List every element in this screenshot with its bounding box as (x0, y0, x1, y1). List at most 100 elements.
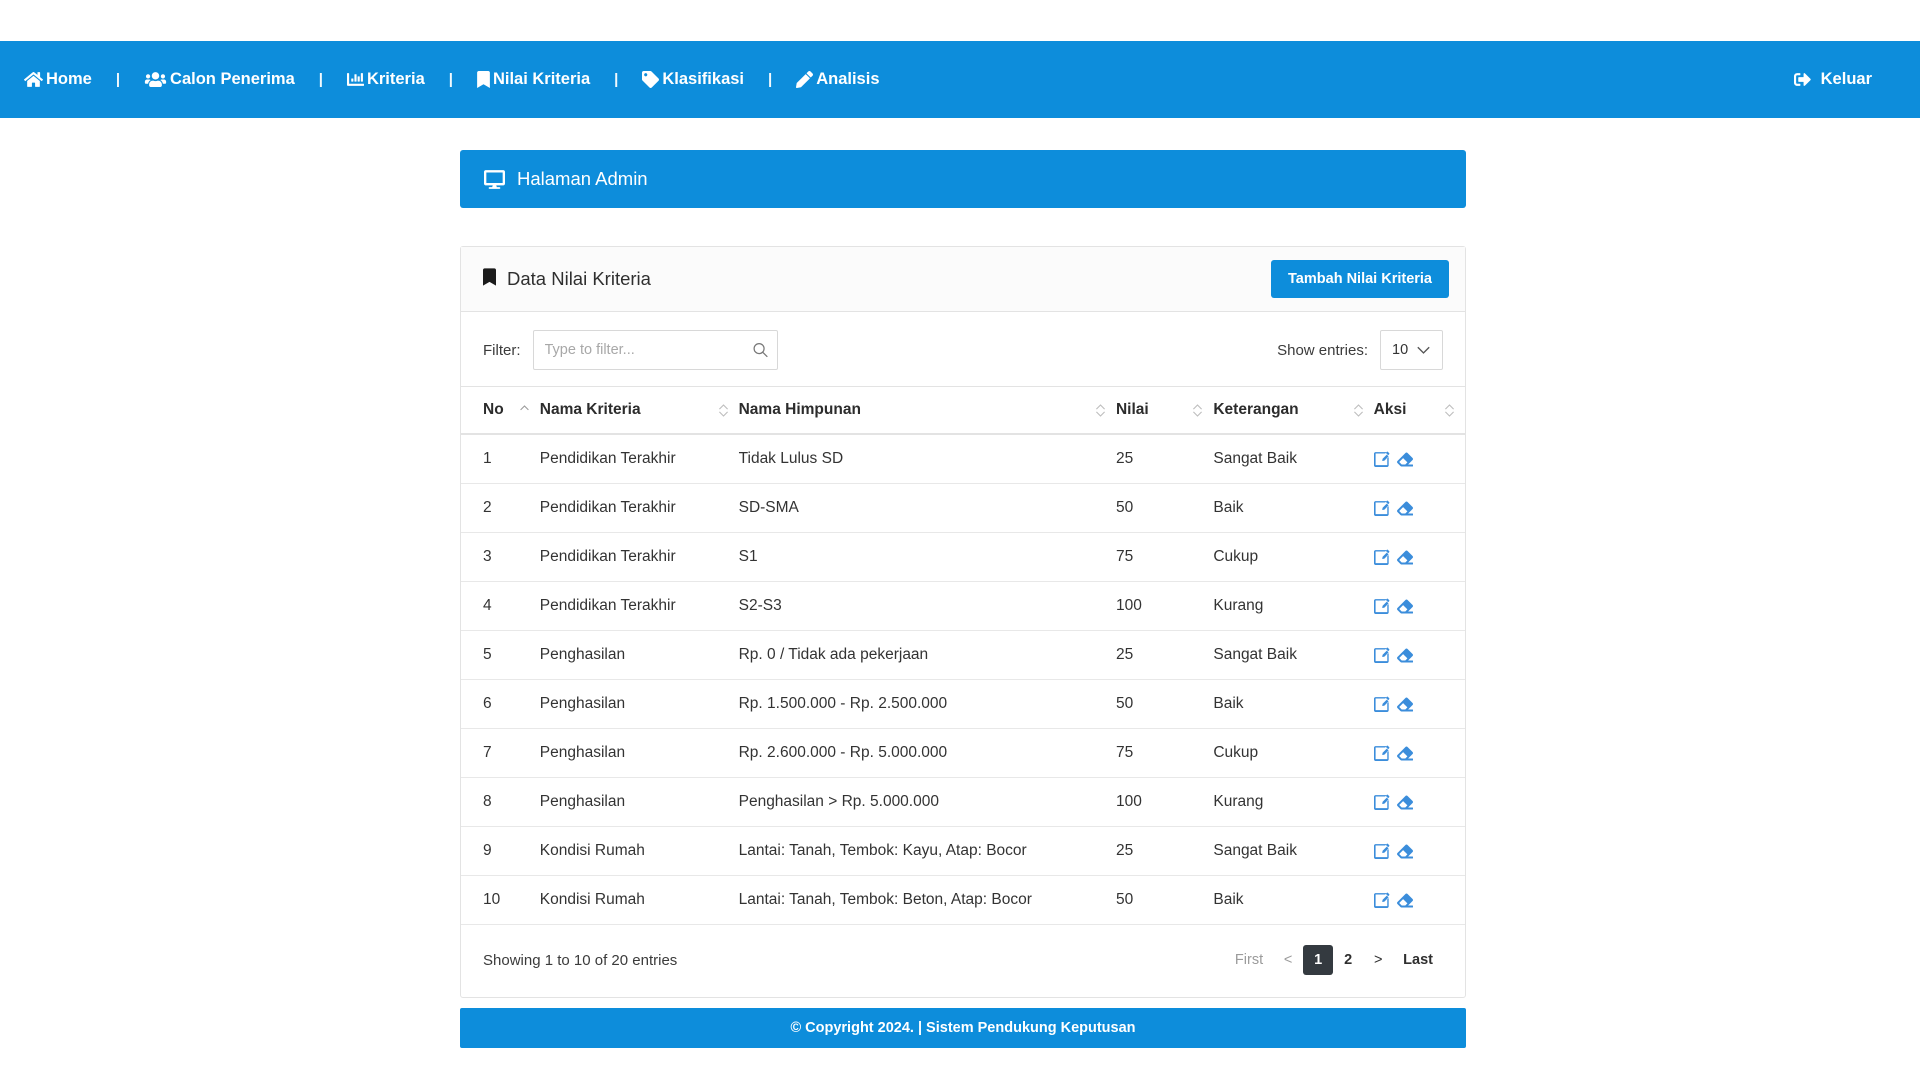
nav-label: Analisis (816, 70, 880, 88)
nav-item-analisis[interactable]: Analisis (794, 66, 881, 93)
main-container: Halaman Admin Data Nilai Kriteria Tambah… (460, 150, 1466, 998)
search-input[interactable] (532, 330, 778, 370)
nav-separator: | (614, 71, 619, 88)
column-label: Keterangan (1213, 401, 1299, 418)
edit-square-icon[interactable] (1373, 892, 1391, 909)
cell-nama-kriteria: Pendidikan Terakhir (539, 434, 739, 484)
eraser-icon[interactable] (1396, 892, 1415, 909)
cell-nama-himpunan: Penghasilan > Rp. 5.000.000 (738, 777, 1116, 827)
show-entries-label: Show entries: (1277, 341, 1368, 359)
edit-square-icon[interactable] (1373, 696, 1391, 713)
eraser-icon[interactable] (1396, 647, 1415, 664)
edit-square-icon[interactable] (1373, 549, 1391, 566)
column-header-nama-kriteria[interactable]: Nama Kriteria (539, 386, 739, 435)
card-title-text: Data Nilai Kriteria (507, 268, 651, 289)
edit-square-icon[interactable] (1373, 794, 1391, 811)
cell-no: 9 (461, 826, 540, 876)
add-nilai-kriteria-button[interactable]: Tambah Nilai Kriteria (1271, 260, 1449, 298)
eraser-icon[interactable] (1396, 549, 1415, 566)
edit-square-icon[interactable] (1373, 500, 1391, 517)
cell-aksi (1373, 777, 1465, 827)
eraser-icon[interactable] (1396, 500, 1415, 517)
nav-item-kriteria[interactable]: Kriteria (345, 66, 427, 93)
sort-both-icon (1192, 403, 1203, 418)
cell-keterangan: Cukup (1213, 728, 1374, 778)
entries-select[interactable]: 10 (1380, 330, 1443, 370)
nav-item-home[interactable]: Home (22, 66, 94, 93)
pagination-last[interactable]: Last (1393, 945, 1443, 975)
cell-aksi (1373, 434, 1465, 484)
cell-aksi (1373, 826, 1465, 876)
row-actions (1373, 843, 1455, 860)
page-title: Halaman Admin (517, 168, 648, 189)
table-toolbar: Filter: Show entries: 10 (461, 312, 1465, 386)
cell-no: 5 (461, 630, 540, 680)
pagination-prev[interactable]: < (1273, 945, 1303, 975)
nav-item-klasifikasi[interactable]: Klasifikasi (640, 66, 746, 93)
eraser-icon[interactable] (1396, 745, 1415, 762)
row-actions (1373, 696, 1455, 713)
cell-nilai: 50 (1115, 483, 1214, 533)
row-actions (1373, 598, 1455, 615)
cell-keterangan: Sangat Baik (1213, 434, 1374, 484)
filter-input-wrapper (532, 330, 778, 370)
chart-bar-icon (346, 71, 364, 88)
cell-nama-kriteria: Kondisi Rumah (539, 826, 739, 876)
edit-square-icon[interactable] (1373, 745, 1391, 762)
column-header-nilai[interactable]: Nilai (1115, 386, 1214, 435)
cell-keterangan: Baik (1213, 483, 1374, 533)
edit-square-icon[interactable] (1373, 451, 1391, 468)
column-header-no[interactable]: No (461, 386, 540, 435)
cell-keterangan: Cukup (1213, 532, 1374, 582)
edit-square-icon[interactable] (1373, 647, 1391, 664)
cell-keterangan: Sangat Baik (1213, 630, 1374, 680)
cell-nama-kriteria: Penghasilan (539, 630, 739, 680)
pagination-next[interactable]: > (1363, 945, 1393, 975)
pagination-page-2[interactable]: 2 (1333, 945, 1363, 975)
cell-nama-kriteria: Penghasilan (539, 728, 739, 778)
showing-entries-text: Showing 1 to 10 of 20 entries (483, 951, 678, 969)
cell-keterangan: Sangat Baik (1213, 826, 1374, 876)
cell-nama-kriteria: Pendidikan Terakhir (539, 483, 739, 533)
eraser-icon[interactable] (1396, 843, 1415, 860)
home-icon (24, 71, 43, 88)
pagination-first[interactable]: First (1225, 945, 1273, 975)
sort-both-icon (1444, 403, 1455, 418)
eraser-icon[interactable] (1396, 696, 1415, 713)
nav-label: Nilai Kriteria (492, 70, 591, 88)
tag-icon (642, 71, 660, 88)
table-row: 10 Kondisi Rumah Lantai: Tanah, Tembok: Be… (461, 875, 1465, 925)
pagination: First < 1 2 > Last (1225, 945, 1443, 975)
nav-label: Keluar (1820, 70, 1872, 88)
edit-square-icon[interactable] (1373, 598, 1391, 615)
nav-label: Klasifikasi (662, 70, 745, 88)
table-row: 1 Pendidikan Terakhir Tidak Lulus SD 25 Sang… (461, 434, 1465, 484)
entries-group: Show entries: 10 (1277, 330, 1443, 370)
table-row: 5 Penghasilan Rp. 0 / Tidak ada pekerjaan 2… (461, 630, 1465, 680)
pagination-page-1[interactable]: 1 (1303, 945, 1334, 975)
edit-square-icon[interactable] (1373, 843, 1391, 860)
nav-item-logout[interactable]: Keluar (1791, 66, 1874, 93)
eraser-icon[interactable] (1396, 451, 1415, 468)
eraser-icon[interactable] (1396, 794, 1415, 811)
data-card: Data Nilai Kriteria Tambah Nilai Kriteri… (460, 246, 1466, 998)
cell-keterangan: Kurang (1213, 777, 1374, 827)
table-row: 9 Kondisi Rumah Lantai: Tanah, Tembok: Kay… (461, 826, 1465, 876)
column-header-keterangan[interactable]: Keterangan (1213, 386, 1374, 435)
cell-nama-kriteria: Pendidikan Terakhir (539, 532, 739, 582)
nav-item-calon-penerima[interactable]: Calon Penerima (142, 66, 297, 93)
cell-aksi (1373, 581, 1465, 631)
admin-page-banner: Halaman Admin (460, 150, 1466, 208)
cell-nama-kriteria: Pendidikan Terakhir (539, 581, 739, 631)
nav-item-nilai-kriteria[interactable]: Nilai Kriteria (475, 66, 592, 93)
cell-nama-kriteria: Kondisi Rumah (539, 875, 739, 925)
eraser-icon[interactable] (1396, 598, 1415, 615)
table-head: No Nama Kriteria Nama Himpunan Nilai Ket… (461, 386, 1465, 435)
cell-nilai: 75 (1115, 728, 1214, 778)
column-header-aksi[interactable]: Aksi (1373, 386, 1465, 435)
column-header-nama-himpunan[interactable]: Nama Himpunan (738, 386, 1116, 435)
cell-nama-himpunan: Tidak Lulus SD (738, 434, 1116, 484)
cell-nilai: 75 (1115, 532, 1214, 582)
sort-both-icon (1095, 403, 1106, 418)
sort-both-icon (1353, 403, 1364, 418)
